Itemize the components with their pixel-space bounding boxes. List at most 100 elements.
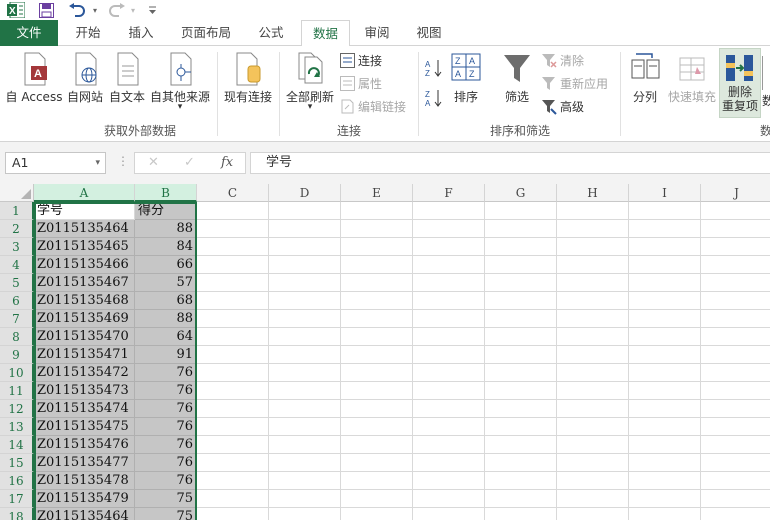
from-web-button[interactable]: 自网站 — [66, 52, 104, 105]
sort-ascending-button[interactable]: AZ — [425, 58, 443, 78]
row-header[interactable]: 11 — [0, 382, 34, 400]
cell-d[interactable] — [269, 328, 341, 346]
edit-links-button[interactable]: 编辑链接 — [340, 98, 406, 115]
cell-b[interactable]: 88 — [135, 220, 197, 238]
cell-i[interactable] — [629, 292, 701, 310]
cell-b[interactable]: 得分 — [135, 202, 197, 220]
reapply-button[interactable]: 重新应用 — [541, 75, 608, 92]
cell-j[interactable] — [701, 436, 770, 454]
cell-f[interactable] — [413, 400, 485, 418]
row-header[interactable]: 3 — [0, 238, 34, 256]
cell-a[interactable]: Z0115135470 — [34, 328, 135, 346]
cell-f[interactable] — [413, 292, 485, 310]
properties-button[interactable]: 属性 — [340, 75, 382, 92]
cell-f[interactable] — [413, 220, 485, 238]
advanced-filter-button[interactable]: 高级 — [541, 98, 584, 115]
row-header[interactable]: 16 — [0, 472, 34, 490]
remove-duplicates-button[interactable]: 删除 重复项 — [719, 48, 761, 118]
column-header-i[interactable]: I — [629, 184, 701, 202]
cell-b[interactable]: 88 — [135, 310, 197, 328]
cell-f[interactable] — [413, 364, 485, 382]
cell-j[interactable] — [701, 364, 770, 382]
cell-e[interactable] — [341, 274, 413, 292]
tab-formulas[interactable]: 公式 — [248, 20, 294, 46]
cell-f[interactable] — [413, 418, 485, 436]
cell-h[interactable] — [557, 202, 629, 220]
from-other-sources-button[interactable]: 自其他来源 ▾ — [149, 52, 211, 112]
cell-c[interactable] — [197, 508, 269, 520]
cell-b[interactable]: 76 — [135, 472, 197, 490]
cell-g[interactable] — [485, 454, 557, 472]
cell-i[interactable] — [629, 202, 701, 220]
tab-data[interactable]: 数据 — [301, 20, 350, 47]
column-header-a[interactable]: A — [34, 184, 135, 202]
column-header-f[interactable]: F — [413, 184, 485, 202]
undo-dropdown-icon[interactable]: ▾ — [90, 1, 100, 19]
cell-j[interactable] — [701, 310, 770, 328]
cell-a[interactable]: Z0115135465 — [34, 238, 135, 256]
cell-i[interactable] — [629, 328, 701, 346]
cell-i[interactable] — [629, 238, 701, 256]
cell-g[interactable] — [485, 400, 557, 418]
cell-a[interactable]: Z0115135473 — [34, 382, 135, 400]
cell-e[interactable] — [341, 238, 413, 256]
cell-a[interactable]: Z0115135471 — [34, 346, 135, 364]
enter-check-icon[interactable]: ✓ — [184, 155, 195, 170]
cell-b[interactable]: 76 — [135, 364, 197, 382]
cell-g[interactable] — [485, 202, 557, 220]
cell-a[interactable]: Z0115135464 — [34, 508, 135, 520]
cell-i[interactable] — [629, 490, 701, 508]
cell-d[interactable] — [269, 382, 341, 400]
cell-e[interactable] — [341, 328, 413, 346]
cell-a[interactable]: Z0115135468 — [34, 292, 135, 310]
cell-i[interactable] — [629, 508, 701, 520]
column-header-e[interactable]: E — [341, 184, 413, 202]
cell-g[interactable] — [485, 472, 557, 490]
cell-h[interactable] — [557, 364, 629, 382]
row-header[interactable]: 2 — [0, 220, 34, 238]
cell-h[interactable] — [557, 454, 629, 472]
cell-a[interactable]: Z0115135479 — [34, 490, 135, 508]
cell-g[interactable] — [485, 508, 557, 520]
cell-j[interactable] — [701, 490, 770, 508]
tab-file[interactable]: 文件 — [0, 20, 58, 46]
sort-button[interactable]: ZAAZ 排序 — [448, 52, 484, 105]
cell-e[interactable] — [341, 508, 413, 520]
cell-j[interactable] — [701, 238, 770, 256]
cell-h[interactable] — [557, 274, 629, 292]
cell-e[interactable] — [341, 310, 413, 328]
cell-h[interactable] — [557, 220, 629, 238]
cell-f[interactable] — [413, 508, 485, 520]
cell-b[interactable]: 76 — [135, 418, 197, 436]
cell-c[interactable] — [197, 400, 269, 418]
cell-e[interactable] — [341, 472, 413, 490]
cell-b[interactable]: 91 — [135, 346, 197, 364]
cell-c[interactable] — [197, 454, 269, 472]
cell-c[interactable] — [197, 292, 269, 310]
cell-e[interactable] — [341, 292, 413, 310]
cell-g[interactable] — [485, 436, 557, 454]
clear-filter-button[interactable]: 清除 — [541, 52, 584, 69]
cell-i[interactable] — [629, 256, 701, 274]
cell-b[interactable]: 75 — [135, 490, 197, 508]
cell-b[interactable]: 76 — [135, 454, 197, 472]
row-header[interactable]: 12 — [0, 400, 34, 418]
tab-page-layout[interactable]: 页面布局 — [172, 20, 240, 46]
row-header[interactable]: 4 — [0, 256, 34, 274]
redo-icon[interactable] — [106, 1, 128, 19]
column-header-b[interactable]: B — [135, 184, 197, 202]
cell-a[interactable]: Z0115135476 — [34, 436, 135, 454]
cell-c[interactable] — [197, 364, 269, 382]
cell-f[interactable] — [413, 436, 485, 454]
customize-qat-icon[interactable] — [146, 1, 158, 19]
formula-bar-resize-handle[interactable]: ⋮ — [117, 154, 129, 168]
cell-j[interactable] — [701, 418, 770, 436]
cell-f[interactable] — [413, 490, 485, 508]
cell-h[interactable] — [557, 346, 629, 364]
filter-button[interactable]: 筛选 — [498, 52, 536, 105]
cell-d[interactable] — [269, 508, 341, 520]
connections-button[interactable]: 连接 — [340, 52, 382, 69]
cell-f[interactable] — [413, 238, 485, 256]
cell-c[interactable] — [197, 436, 269, 454]
row-header[interactable]: 1 — [0, 202, 34, 220]
